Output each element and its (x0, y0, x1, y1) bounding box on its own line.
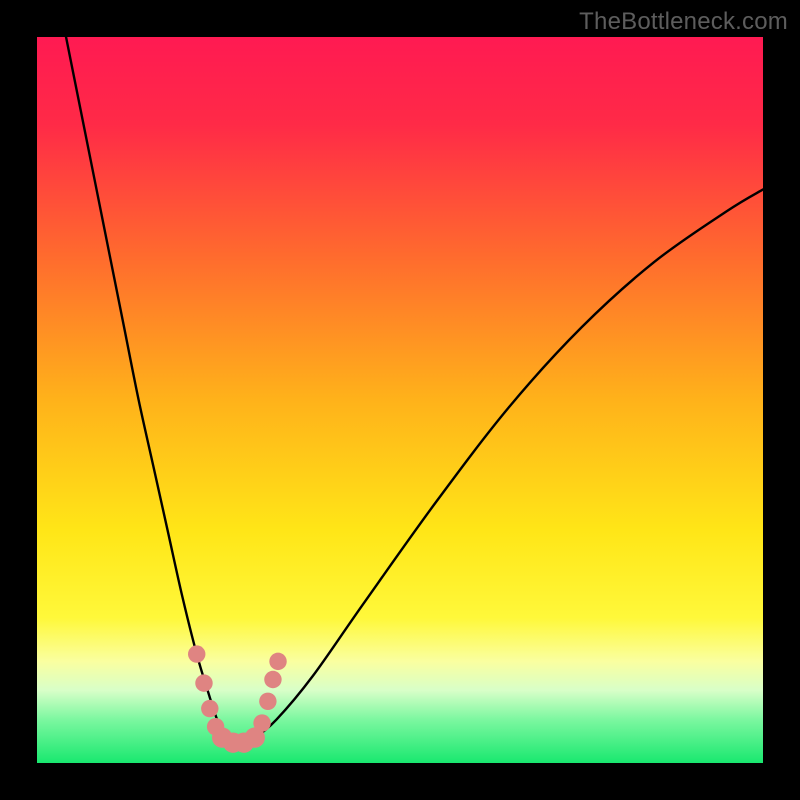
curve-svg (37, 37, 763, 763)
bottleneck-curve (66, 37, 763, 745)
chart-frame: TheBottleneck.com (0, 0, 800, 800)
curve-marker-0 (188, 645, 205, 662)
curve-marker-1 (195, 674, 212, 691)
curve-marker-9 (259, 693, 276, 710)
curve-markers (188, 645, 287, 752)
curve-marker-2 (201, 700, 218, 717)
watermark-text: TheBottleneck.com (579, 8, 788, 36)
curve-marker-8 (253, 714, 270, 731)
curve-marker-11 (269, 653, 286, 670)
curve-marker-10 (264, 671, 281, 688)
plot-area (37, 37, 763, 763)
